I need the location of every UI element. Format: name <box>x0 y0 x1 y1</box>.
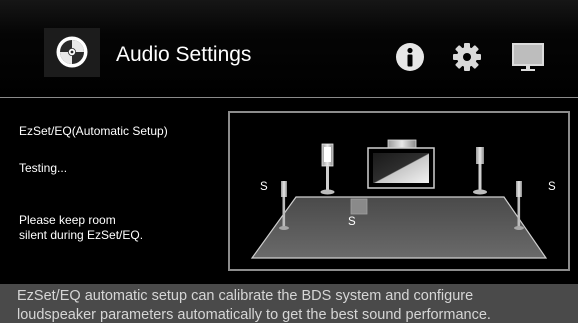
description-line-2: loudspeaker parameters automatically to … <box>17 307 491 323</box>
audio-settings-icon-tile <box>44 28 100 77</box>
description-line-1: EzSet/EQ automatic setup can calibrate t… <box>17 288 474 304</box>
front-right-speaker <box>473 147 487 195</box>
subwoofer-label: S <box>348 216 356 228</box>
surround-right-label: S <box>548 181 556 193</box>
description-panel: EzSet/EQ automatic setup can calibrate t… <box>0 284 578 323</box>
room-floor <box>250 196 548 259</box>
instruction-text: Please keep room silent during EzSet/EQ. <box>19 213 209 243</box>
header-bar: Audio Settings <box>0 0 578 97</box>
gear-icon <box>453 43 481 71</box>
front-left-speaker <box>320 143 335 195</box>
status-text: Testing... <box>19 161 68 175</box>
instruction-line-2: silent during EzSet/EQ. <box>19 228 144 242</box>
surround-left-label: S <box>260 181 268 193</box>
audio-settings-screen: Audio Settings EzSet/EQ(Automatic Setup)… <box>0 0 578 323</box>
description-text: EzSet/EQ automatic setup can calibrate t… <box>17 287 577 323</box>
monitor-icon <box>512 43 544 71</box>
setup-mode-label: EzSet/EQ(Automatic Setup) <box>19 124 168 138</box>
subwoofer <box>350 198 368 215</box>
speaker-disc-icon <box>56 36 88 68</box>
instruction-line-1: Please keep room <box>19 213 116 227</box>
settings-button[interactable] <box>451 41 483 73</box>
info-icon <box>396 43 424 71</box>
info-button[interactable] <box>394 41 426 73</box>
page-title: Audio Settings <box>116 43 252 66</box>
header-divider <box>0 97 578 98</box>
speaker-layout-diagram: S S S <box>228 111 570 271</box>
speaker-layout-graphic <box>250 139 548 259</box>
display-button[interactable] <box>511 41 545 73</box>
